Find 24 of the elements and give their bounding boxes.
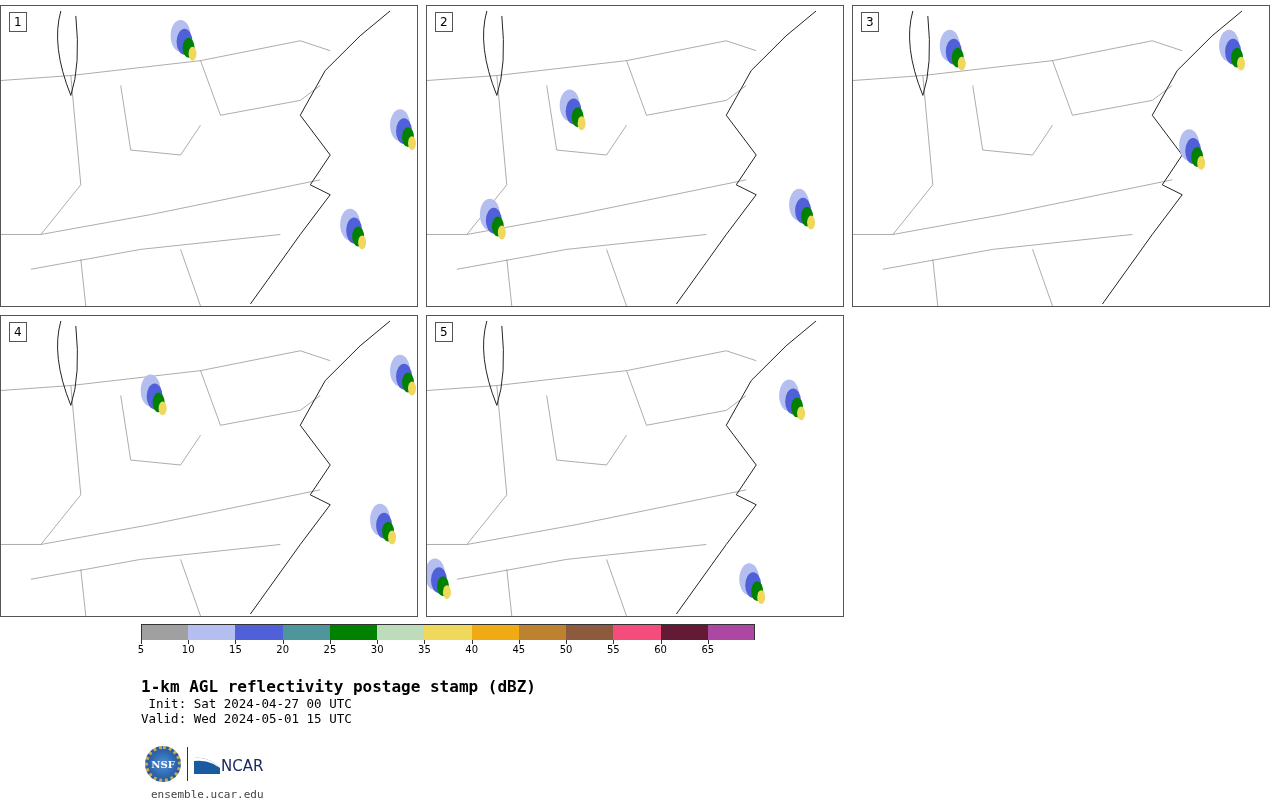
tick-label: 15 (229, 644, 242, 656)
ncar-logo: NCAR (194, 754, 264, 774)
tick-label: 60 (654, 644, 667, 656)
init-time: Init: Sat 2024-04-27 00 UTC (147, 696, 353, 711)
website-url: ensemble.ucar.edu (151, 788, 265, 801)
tick-label: 25 (323, 644, 337, 656)
panel-number: 1 (9, 12, 27, 32)
panel-number: 3 (861, 12, 879, 32)
nsf-logo: NSF (145, 746, 181, 782)
tick-label: 55 (607, 644, 620, 656)
tick-label: 45 (512, 644, 526, 656)
tick-label: 10 (181, 644, 195, 656)
tick-label: 35 (418, 644, 431, 656)
tick-label: 30 (370, 644, 384, 656)
chart-title: 1-km AGL reflectivity postage stamp (dBZ) (141, 678, 537, 696)
tick-label: 5 (137, 644, 145, 656)
panel-number: 4 (9, 322, 27, 342)
tick-label: 40 (465, 644, 478, 656)
tick-label: 65 (701, 644, 715, 656)
valid-time: Valid: Wed 2024-05-01 15 UTC (141, 711, 353, 726)
panel-number: 5 (435, 322, 453, 342)
panel-number: 2 (435, 12, 453, 32)
tick-label: 20 (276, 644, 290, 656)
tick-label: 50 (559, 644, 573, 656)
